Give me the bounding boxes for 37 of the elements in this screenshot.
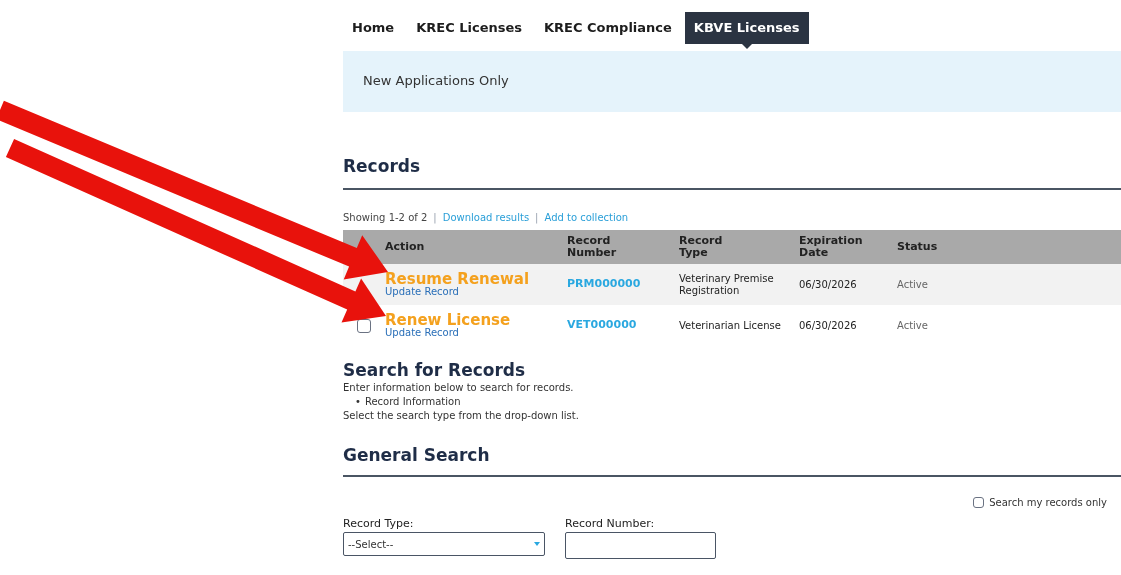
divider-text: | (433, 211, 437, 225)
table-cell-text: 06/30/2026 (799, 278, 857, 292)
checkbox-label: Search my records only (989, 495, 1107, 510)
nav-tab[interactable]: KREC Compliance (535, 12, 681, 44)
result-count: Showing 1-2 of 2 (343, 211, 428, 225)
field-label: Record Type: (343, 515, 415, 532)
nav-tab[interactable]: Home (343, 12, 404, 44)
instruction-text: Select the search type from the drop-down list. (343, 409, 580, 424)
caret-icon (534, 542, 540, 547)
column-header: Record Number (567, 235, 618, 259)
list-item: Record Information (364, 395, 461, 410)
input-field[interactable] (565, 532, 716, 560)
column-header: Action (385, 241, 426, 253)
section-heading: Search for Records (343, 360, 527, 382)
bullet-icon: • (355, 395, 361, 410)
link[interactable]: Update Record (385, 328, 567, 338)
table-cell-text: 06/30/2026 (799, 319, 857, 333)
instruction-text: Enter information below to search for records. (343, 381, 575, 396)
section-heading: Records (343, 154, 422, 178)
link[interactable]: Download results (442, 210, 530, 225)
table-cell-text: Veterinary Premise Registration (679, 272, 775, 297)
record-link[interactable]: VET000000 (567, 317, 637, 334)
divider-text: | (535, 211, 539, 225)
checkbox[interactable] (973, 496, 985, 508)
table-cell-text: Veterinarian License (679, 319, 782, 332)
link[interactable]: Update Record (385, 287, 567, 297)
link[interactable]: Add to collection (544, 210, 629, 225)
column-header: Status (897, 241, 939, 253)
table-cell-text: Active (897, 319, 928, 333)
field-label: Record Number: (565, 515, 656, 532)
column-header: Record Type (679, 235, 724, 259)
nav-tab[interactable]: KREC Licenses (407, 12, 532, 44)
banner-text: New Applications Only (363, 72, 509, 91)
column-header: Expiration Date (799, 235, 864, 259)
dropdown[interactable]: --Select-- (343, 532, 545, 557)
section-heading: General Search (343, 444, 491, 468)
table-cell-text: Active (897, 278, 928, 292)
